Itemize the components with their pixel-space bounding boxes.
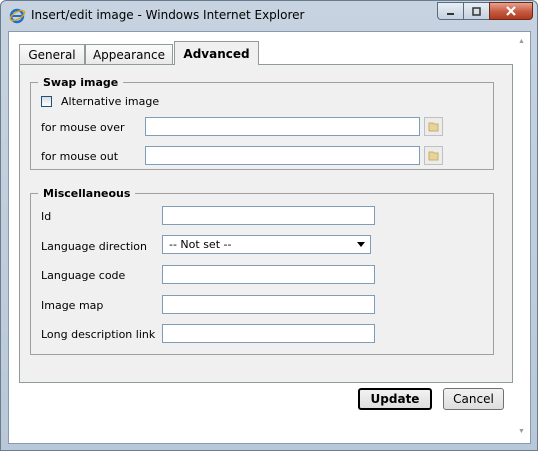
title-bar: Insert/edit image - Windows Internet Exp… <box>1 1 537 31</box>
tab-appearance[interactable]: Appearance <box>85 44 173 64</box>
scrollbar[interactable]: ▲ ▼ <box>515 34 529 440</box>
swap-image-legend: Swap image <box>43 76 119 89</box>
miscellaneous-legend: Miscellaneous <box>43 187 131 200</box>
image-map-label: Image map <box>41 299 104 312</box>
update-button[interactable]: Update <box>358 388 432 410</box>
scroll-down-icon[interactable]: ▼ <box>518 428 525 436</box>
id-label: Id <box>41 210 52 223</box>
mouse-over-field[interactable] <box>145 117 420 136</box>
mouse-over-browse-button[interactable] <box>424 117 443 136</box>
mouse-out-label: for mouse out <box>41 150 119 163</box>
advanced-panel: Swap image Alternative image for mouse o… <box>19 64 513 383</box>
long-description-field[interactable] <box>162 324 375 343</box>
language-direction-label: Language direction <box>41 240 147 253</box>
language-code-field[interactable] <box>162 265 375 284</box>
mouse-out-browse-button[interactable] <box>424 146 443 165</box>
language-direction-value: -- Not set -- <box>169 238 232 251</box>
maximize-button[interactable] <box>463 2 489 20</box>
cancel-button[interactable]: Cancel <box>443 388 504 410</box>
alternative-image-checkbox[interactable] <box>41 96 52 107</box>
scroll-up-icon[interactable]: ▲ <box>518 38 525 46</box>
dialog-window: Insert/edit image - Windows Internet Exp… <box>0 0 538 451</box>
mouse-out-field[interactable] <box>145 146 420 165</box>
image-map-field[interactable] <box>162 295 375 314</box>
close-button[interactable] <box>489 2 533 20</box>
mouse-over-label: for mouse over <box>41 121 125 134</box>
browse-icon <box>428 151 439 161</box>
tab-advanced[interactable]: Advanced <box>174 41 259 65</box>
language-code-label: Language code <box>41 269 126 282</box>
window-title: Insert/edit image - Windows Internet Exp… <box>31 8 305 22</box>
alternative-image-label: Alternative image <box>61 95 160 108</box>
browse-icon <box>428 122 439 132</box>
window-controls <box>437 2 533 20</box>
dialog-content: ▲ ▼ General Appearance Advanced Swap ima… <box>8 31 531 444</box>
tab-general[interactable]: General <box>19 44 85 64</box>
maximize-icon <box>472 6 481 16</box>
chevron-down-icon <box>357 242 365 247</box>
long-description-label: Long description link <box>41 328 156 341</box>
minimize-button[interactable] <box>437 2 463 20</box>
minimize-icon <box>447 12 454 15</box>
close-icon <box>506 6 516 16</box>
internet-explorer-icon <box>9 8 26 24</box>
language-direction-select[interactable]: -- Not set -- <box>162 235 371 254</box>
id-field[interactable] <box>162 206 375 225</box>
